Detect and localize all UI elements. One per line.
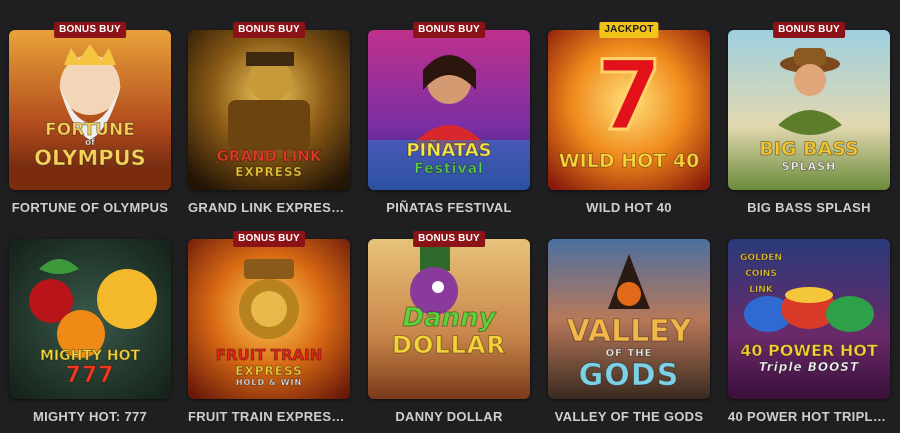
logo-text: Triple BOOST bbox=[758, 360, 860, 374]
bonus-buy-badge: BONUS BUY bbox=[413, 231, 485, 247]
game-thumbnail[interactable]: MIGHTY HOT 777 bbox=[9, 239, 171, 399]
logo-text: VALLEY bbox=[566, 314, 692, 349]
logo-text: SPLASH bbox=[781, 160, 837, 173]
logo-text: FORTUNE bbox=[45, 120, 136, 140]
game-thumbnail[interactable]: FORTUNE of OLYMPUS bbox=[9, 30, 171, 190]
bonus-buy-badge: BONUS BUY bbox=[233, 22, 305, 38]
game-tile-big-bass-splash[interactable]: BONUS BUY BIG BASS SPLASH BIG BASS SPLAS… bbox=[728, 22, 890, 218]
game-title[interactable]: PIÑATAS FESTIVAL bbox=[368, 200, 530, 218]
game-thumbnail[interactable]: PIÑATAS Festival bbox=[368, 30, 530, 190]
bonus-buy-badge: BONUS BUY bbox=[233, 231, 305, 247]
logo-text: Festival bbox=[414, 161, 484, 177]
game-title[interactable]: MIGHTY HOT: 777 bbox=[9, 409, 171, 427]
logo-text: FRUIT TRAIN bbox=[215, 346, 323, 364]
game-thumbnail[interactable]: 7 WILD HOT 40 bbox=[548, 30, 710, 190]
logo-text: 40 POWER HOT bbox=[740, 341, 879, 360]
game-title[interactable]: DANNY DOLLAR bbox=[368, 409, 530, 427]
bonus-buy-badge: BONUS BUY bbox=[54, 22, 126, 38]
game-tile-danny-dollar[interactable]: BONUS BUY Danny DOLLAR DANNY DOLLAR bbox=[368, 231, 530, 427]
logo-text: EXPRESS bbox=[235, 165, 303, 179]
logo-text: DOLLAR bbox=[392, 331, 506, 359]
logo-text: BIG BASS bbox=[759, 138, 859, 160]
game-title[interactable]: 40 POWER HOT TRIPLE BO... bbox=[728, 409, 890, 427]
game-title[interactable]: FORTUNE OF OLYMPUS bbox=[9, 200, 171, 218]
bonus-buy-badge: BONUS BUY bbox=[413, 22, 485, 38]
game-tile-pinatas-festival[interactable]: BONUS BUY PIÑATAS Festival PIÑATAS FESTI… bbox=[368, 22, 530, 218]
logo-text: OLYMPUS bbox=[34, 146, 147, 170]
game-tile-mighty-hot-777[interactable]: MIGHTY HOT 777 MIGHTY HOT: 777 bbox=[9, 239, 171, 427]
game-title[interactable]: GRAND LINK EXPRESS: HO... bbox=[188, 200, 350, 218]
bonus-buy-badge: BONUS BUY bbox=[773, 22, 845, 38]
logo-text: HOLD & WIN bbox=[235, 378, 303, 387]
game-tile-fortune-of-olympus[interactable]: BONUS BUY FORTUNE of OLYMPUS FORTUNE OF … bbox=[9, 22, 171, 218]
game-grid: BONUS BUY FORTUNE of OLYMPUS FORTUNE OF … bbox=[0, 0, 900, 433]
game-title[interactable]: BIG BASS SPLASH bbox=[728, 200, 890, 218]
game-tile-40-power-hot-triple-boost[interactable]: GOLDEN COINS LINK 40 POWER HOT Triple BO… bbox=[728, 239, 890, 427]
game-tile-grand-link-express[interactable]: BONUS BUY GRAND LINK EXPRESS GRAND LINK … bbox=[188, 22, 350, 218]
game-thumbnail[interactable]: FRUIT TRAIN EXPRESS HOLD & WIN bbox=[188, 239, 350, 399]
game-thumbnail[interactable]: GOLDEN COINS LINK 40 POWER HOT Triple BO… bbox=[728, 239, 890, 399]
logo-text: 777 bbox=[65, 363, 115, 388]
game-thumbnail[interactable]: BIG BASS SPLASH bbox=[728, 30, 890, 190]
logo-text: GRAND LINK bbox=[216, 147, 322, 165]
logo-text: PIÑATAS bbox=[406, 140, 492, 161]
game-tile-valley-of-the-gods[interactable]: VALLEY OF THE GODS VALLEY OF THE GODS bbox=[548, 239, 710, 427]
jackpot-badge: JACKPOT bbox=[599, 22, 659, 38]
game-thumbnail[interactable]: Danny DOLLAR bbox=[368, 239, 530, 399]
logo-text: MIGHTY HOT bbox=[39, 348, 141, 364]
lucky-seven-icon: 7 bbox=[594, 40, 664, 152]
logo-text: GODS bbox=[578, 358, 680, 393]
game-tile-wild-hot-40[interactable]: JACKPOT 7 WILD HOT 40 WILD HOT 40 bbox=[548, 22, 710, 218]
game-thumbnail[interactable]: GRAND LINK EXPRESS bbox=[188, 30, 350, 190]
logo-text: WILD HOT 40 bbox=[558, 150, 700, 172]
game-thumbnail[interactable]: VALLEY OF THE GODS bbox=[548, 239, 710, 399]
golden-coins-link-logo: GOLDEN COINS LINK bbox=[740, 253, 783, 295]
game-title[interactable]: FRUIT TRAIN EXPRESS: HO... bbox=[188, 409, 350, 427]
game-title[interactable]: VALLEY OF THE GODS bbox=[548, 409, 710, 427]
game-tile-fruit-train-express[interactable]: BONUS BUY FRUIT TRAIN EXPRESS HOLD & WIN… bbox=[188, 231, 350, 427]
game-title[interactable]: WILD HOT 40 bbox=[548, 200, 710, 218]
logo-text: EXPRESS bbox=[235, 364, 303, 378]
logo-text: Danny bbox=[402, 303, 496, 333]
